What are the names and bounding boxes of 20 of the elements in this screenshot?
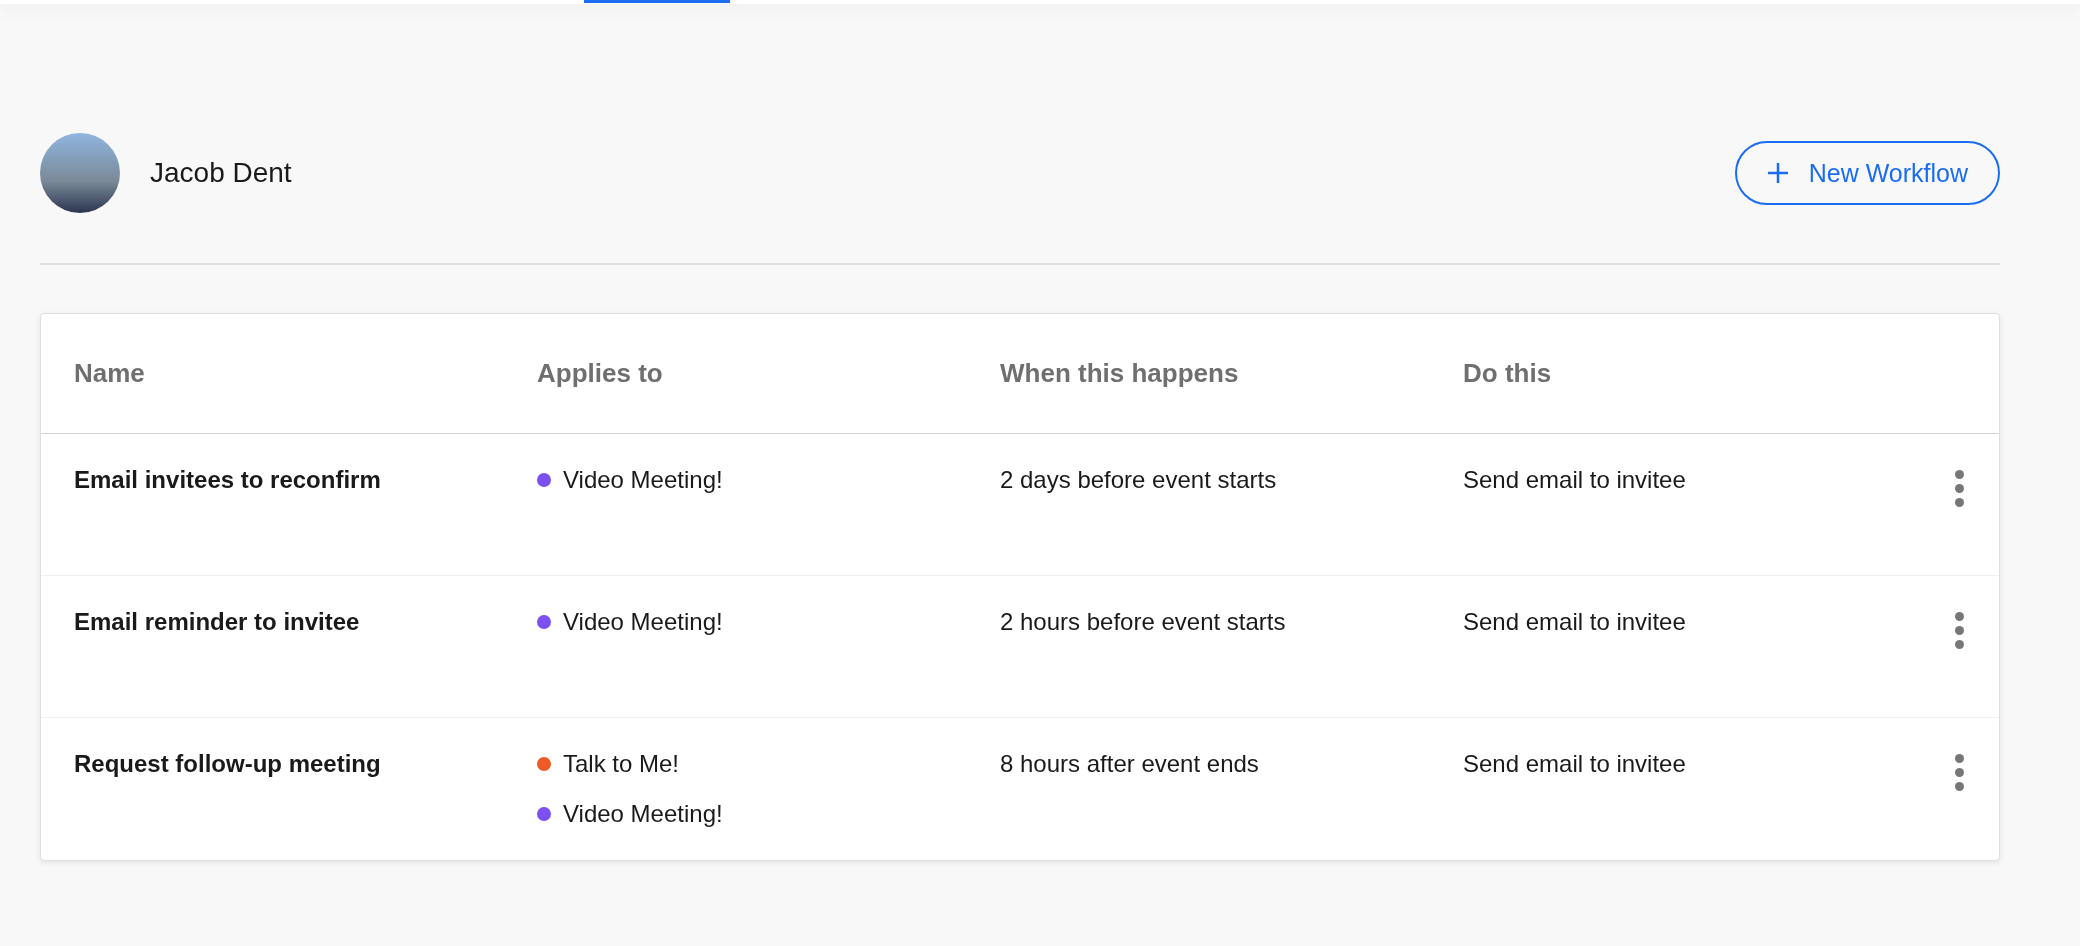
action-text: Send email to invitee [1463,465,1687,494]
column-header: Do this [1463,358,1553,389]
column-header: Name [74,358,146,389]
user-name: Jacob Dent [150,157,292,189]
plus-icon [1766,162,1789,184]
workflow-name: Email reminder to invitee [74,607,361,636]
trigger-text: 2 hours before event starts [1000,607,1287,636]
event-type-label: Video Meeting! [563,608,723,636]
action-text: Send email to invitee [1463,749,1687,778]
workflow-name: Request follow-up meeting [74,749,382,778]
trigger-text: 8 hours after event ends [1000,749,1260,778]
trigger-text: 2 days before event starts [1000,465,1278,494]
action-text: Send email to invitee [1463,607,1687,636]
column-header: When this happens [1000,358,1240,389]
event-type-label: Video Meeting! [563,800,723,828]
event-type-label: Talk to Me! [563,750,680,778]
column-header: Applies to [537,358,664,389]
new-workflow-button[interactable]: New Workflow [1734,141,2000,205]
event-type-label: Video Meeting! [563,466,723,494]
workflow-name: Email invitees to reconfirm [74,465,382,494]
